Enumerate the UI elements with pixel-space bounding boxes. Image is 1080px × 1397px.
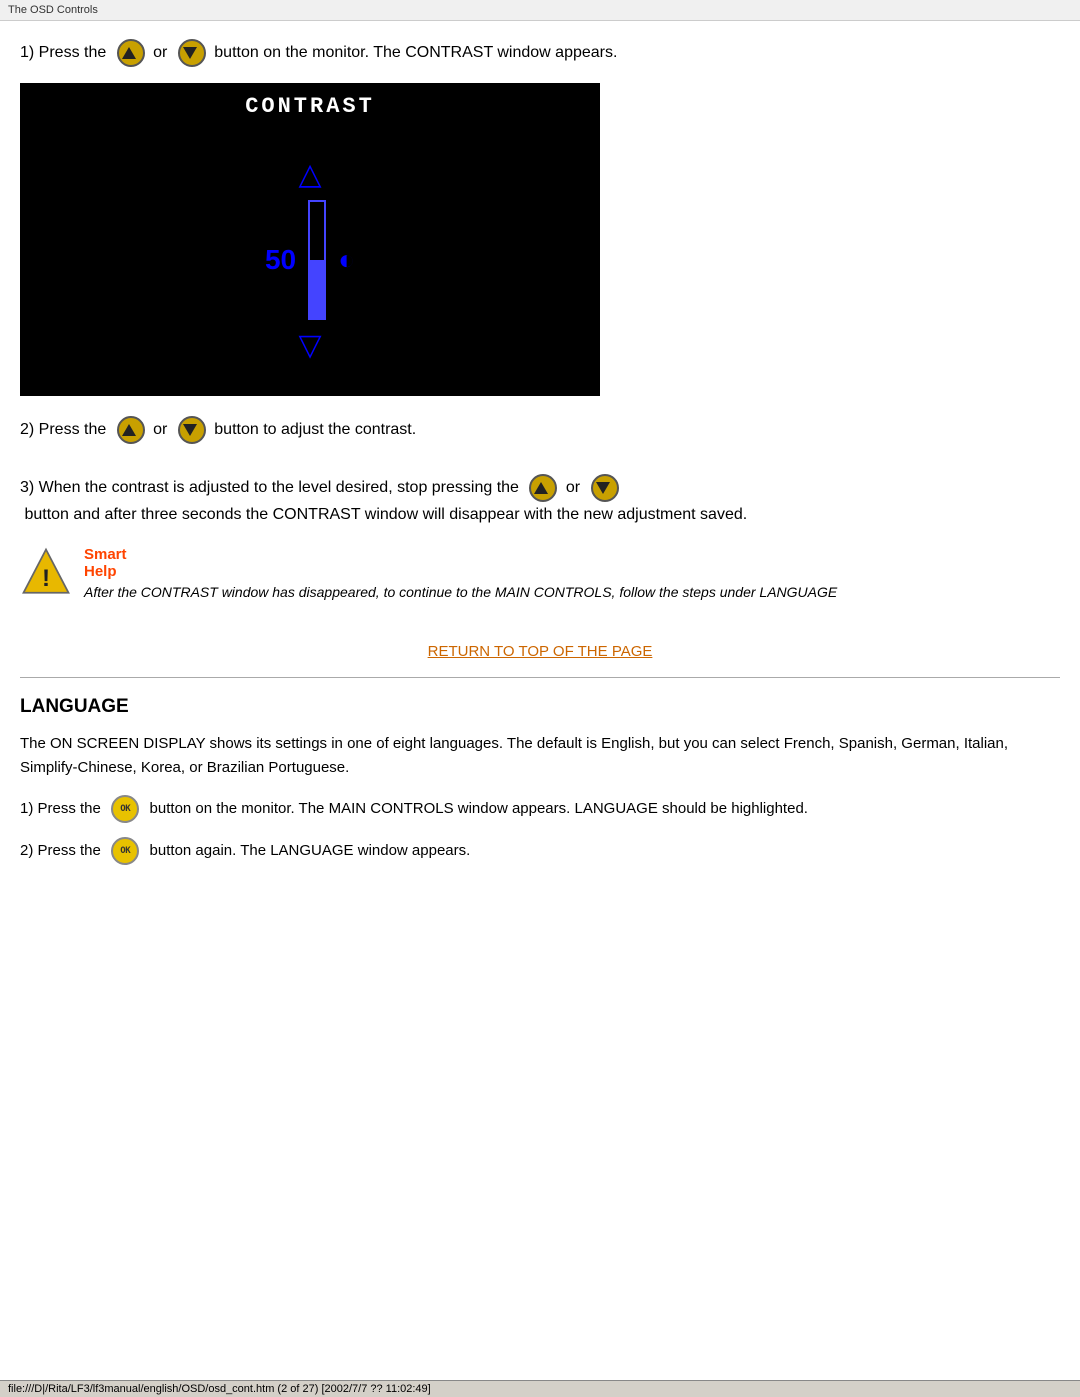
ok-button-icon-1: OK — [111, 795, 139, 823]
language-intro: The ON SCREEN DISPLAY shows its settings… — [20, 732, 1060, 782]
step-3-or: or — [561, 475, 584, 501]
contrast-window: CONTRAST △ 50 ◐ ▽ — [20, 83, 600, 396]
contrast-circle-icon: ◐ — [338, 244, 355, 276]
contrast-down-arrow: ▽ — [298, 328, 321, 363]
status-text: file:///D|/Rita/LF3/lf3manual/english/OS… — [8, 1383, 431, 1395]
up-triangle-1 — [122, 47, 136, 59]
contrast-titlebar: CONTRAST — [23, 86, 597, 127]
smart-help-label: SmartHelp — [84, 546, 837, 580]
up-triangle-2 — [122, 424, 136, 436]
step-1-suffix: button on the monitor. The CONTRAST wind… — [210, 40, 618, 66]
down-triangle-2 — [183, 424, 197, 436]
smart-help-italic-text: After the CONTRAST window has disappeare… — [84, 582, 837, 603]
step-3-line: 3) When the contrast is adjusted to the … — [20, 474, 1060, 528]
lang-step-1: 1) Press the OK button on the monitor. T… — [20, 795, 1060, 823]
language-title: LANGUAGE — [20, 696, 1060, 718]
smart-help-box: ! SmartHelp After the CONTRAST window ha… — [20, 546, 1060, 603]
return-link-wrapper: RETURN TO TOP OF THE PAGE — [20, 643, 1060, 661]
up-button-icon-1 — [117, 39, 145, 67]
return-to-top-link[interactable]: RETURN TO TOP OF THE PAGE — [428, 643, 653, 660]
lang-step-1-suffix: button on the monitor. The MAIN CONTROLS… — [145, 800, 808, 817]
step-3-suffix: button and after three seconds the CONTR… — [20, 502, 747, 528]
contrast-value: 50 — [265, 244, 296, 276]
step-2-number: 2) Press the — [20, 417, 111, 443]
step-2-suffix: button to adjust the contrast. — [210, 417, 416, 443]
lang-step-2: 2) Press the OK button again. The LANGUA… — [20, 837, 1060, 865]
smart-help-text-block: SmartHelp After the CONTRAST window has … — [84, 546, 837, 603]
contrast-inner: △ 50 ◐ ▽ — [265, 157, 355, 363]
lang-step-2-prefix: 2) Press the — [20, 842, 105, 859]
down-triangle-1 — [183, 47, 197, 59]
down-button-icon-2 — [178, 416, 206, 444]
ok-button-icon-2: OK — [111, 837, 139, 865]
step-1-line: 1) Press the or button on the monitor. T… — [20, 39, 1060, 67]
browser-title: The OSD Controls — [0, 0, 1080, 21]
contrast-slider — [308, 200, 326, 320]
slider-fill — [310, 260, 324, 318]
down-triangle-3 — [596, 482, 610, 494]
up-button-icon-3 — [529, 474, 557, 502]
up-button-icon-2 — [117, 416, 145, 444]
down-button-icon-1 — [178, 39, 206, 67]
step-1-or-1: or — [149, 40, 172, 66]
up-triangle-3 — [534, 482, 548, 494]
step-1-number: 1) Press the — [20, 40, 111, 66]
language-section: LANGUAGE The ON SCREEN DISPLAY shows its… — [20, 696, 1060, 866]
contrast-title: CONTRAST — [245, 94, 375, 119]
svg-text:!: ! — [42, 564, 50, 591]
down-button-icon-3 — [591, 474, 619, 502]
step-3-prefix: 3) When the contrast is adjusted to the … — [20, 475, 523, 501]
lang-step-1-prefix: 1) Press the — [20, 800, 105, 817]
step-2-or: or — [149, 417, 172, 443]
section-divider — [20, 677, 1060, 678]
lang-step-2-suffix: button again. The LANGUAGE window appear… — [145, 842, 470, 859]
contrast-up-arrow: △ — [298, 157, 321, 192]
contrast-body: △ 50 ◐ ▽ — [23, 127, 597, 393]
step-2-line: 2) Press the or button to adjust the con… — [20, 416, 1060, 444]
warning-triangle-icon: ! — [20, 546, 72, 598]
status-bar: file:///D|/Rita/LF3/lf3manual/english/OS… — [0, 1380, 1080, 1397]
